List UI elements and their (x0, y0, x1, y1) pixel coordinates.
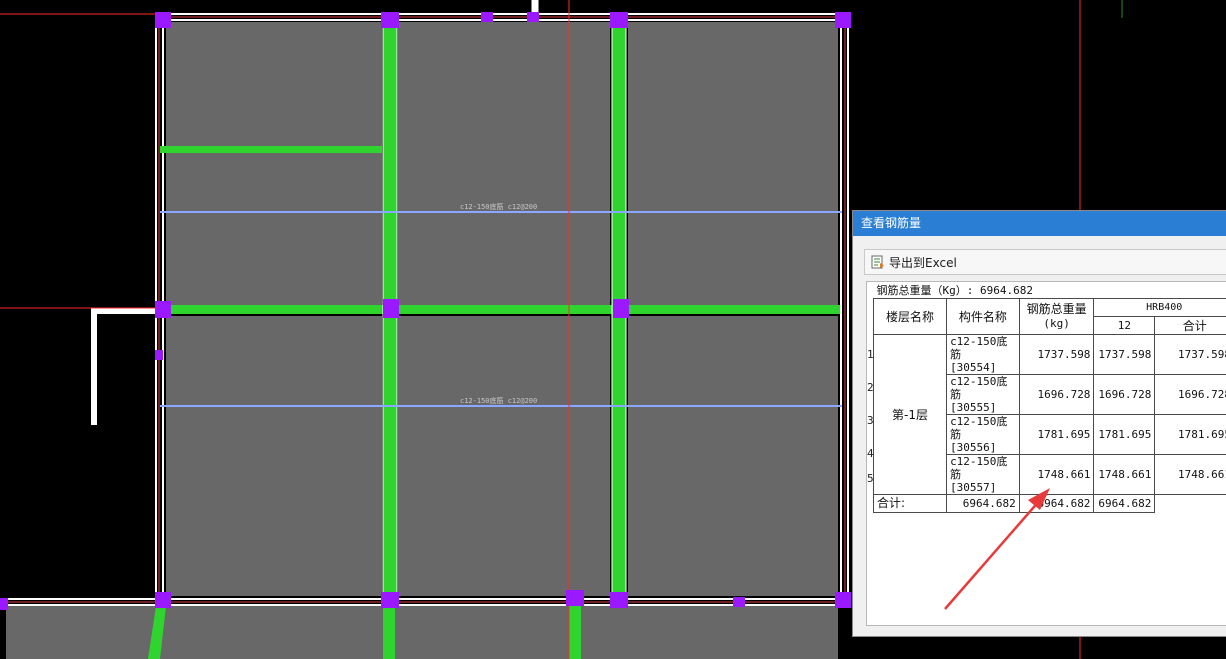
slab-label-1: c12-150底筋 c12@200 (460, 202, 537, 211)
rebar-table: 钢筋总重量（Kg）: 6964.682 楼层名称 构件名称 钢筋总重量 (kg)… (872, 282, 1226, 513)
rebar-grid[interactable]: 1 2 3 4 5 钢筋总重量（Kg）: 6964.682 楼层名称 构件名称 … (866, 281, 1226, 626)
header-floor-name[interactable]: 楼层名称 (872, 298, 948, 335)
header-total-weight-label: 钢筋总重量 (1026, 302, 1087, 316)
subtotal-cell: 1748.661 (1154, 454, 1226, 495)
header-subtotal[interactable]: 合计 (1154, 316, 1226, 335)
header-diameter-12[interactable]: 12 (1093, 316, 1156, 335)
component-name-cell: c12-150底筋 [30555] (946, 374, 1020, 415)
excel-export-icon (871, 255, 884, 269)
subtotal-cell: 1696.728 (1154, 374, 1226, 415)
diameter-12-cell: 1737.598 (1093, 334, 1156, 375)
weight-cell: 1781.695 (1018, 414, 1095, 455)
weight-cell: 1737.598 (1018, 334, 1095, 375)
diameter-12-cell: 1748.661 (1093, 454, 1156, 495)
diameter-12-cell: 1781.695 (1093, 414, 1156, 455)
table-row-total[interactable]: 合计: 6964.682 6964.682 6964.682 (872, 494, 1226, 513)
header-total-weight[interactable]: 钢筋总重量 (kg) (1018, 298, 1095, 335)
table-row[interactable]: 第-1层 c12-150底筋 [30554] 1737.598 1737.598 … (872, 334, 1226, 495)
total-diameter-12-cell: 6964.682 (1018, 494, 1095, 513)
dialog-title: 查看钢筋量 (853, 211, 1226, 236)
component-name-cell: c12-150底筋 [30557] (946, 454, 1020, 495)
floor-name-cell: 第-1层 (872, 334, 948, 495)
component-name-cell: c12-150底筋 [30554] (946, 334, 1020, 375)
total-weight-row: 钢筋总重量（Kg）: 6964.682 (873, 282, 1226, 299)
header-component-name[interactable]: 构件名称 (946, 298, 1020, 335)
weight-cell: 1696.728 (1018, 374, 1095, 415)
slab-label-2: c12-150底筋 c12@200 (460, 396, 537, 405)
export-excel-label: 导出到Excel (889, 255, 957, 270)
total-label-cell: 合计: (872, 494, 948, 513)
rebar-quantity-dialog[interactable]: 查看钢筋量 导出到Excel 1 2 3 4 5 钢筋总重量（Kg）: 6964… (852, 210, 1226, 637)
diameter-12-cell: 1696.728 (1093, 374, 1156, 415)
total-weight-summary: 钢筋总重量（Kg）: 6964.682 (873, 282, 1226, 299)
dialog-toolbar: 导出到Excel (864, 249, 1226, 275)
component-name-cell: c12-150底筋 [30556] (946, 414, 1020, 455)
header-grade[interactable]: HRB400 (1093, 298, 1226, 317)
slab-panels (6, 22, 838, 659)
total-weight-cell: 6964.682 (946, 494, 1020, 513)
subtotal-cell: 1781.695 (1154, 414, 1226, 455)
subtotal-cell: 1737.598 (1154, 334, 1226, 375)
header-total-weight-unit: (kg) (1043, 317, 1070, 330)
total-subtotal-cell: 6964.682 (1093, 494, 1156, 513)
weight-cell: 1748.661 (1018, 454, 1095, 495)
export-excel-button[interactable]: 导出到Excel (871, 253, 957, 271)
